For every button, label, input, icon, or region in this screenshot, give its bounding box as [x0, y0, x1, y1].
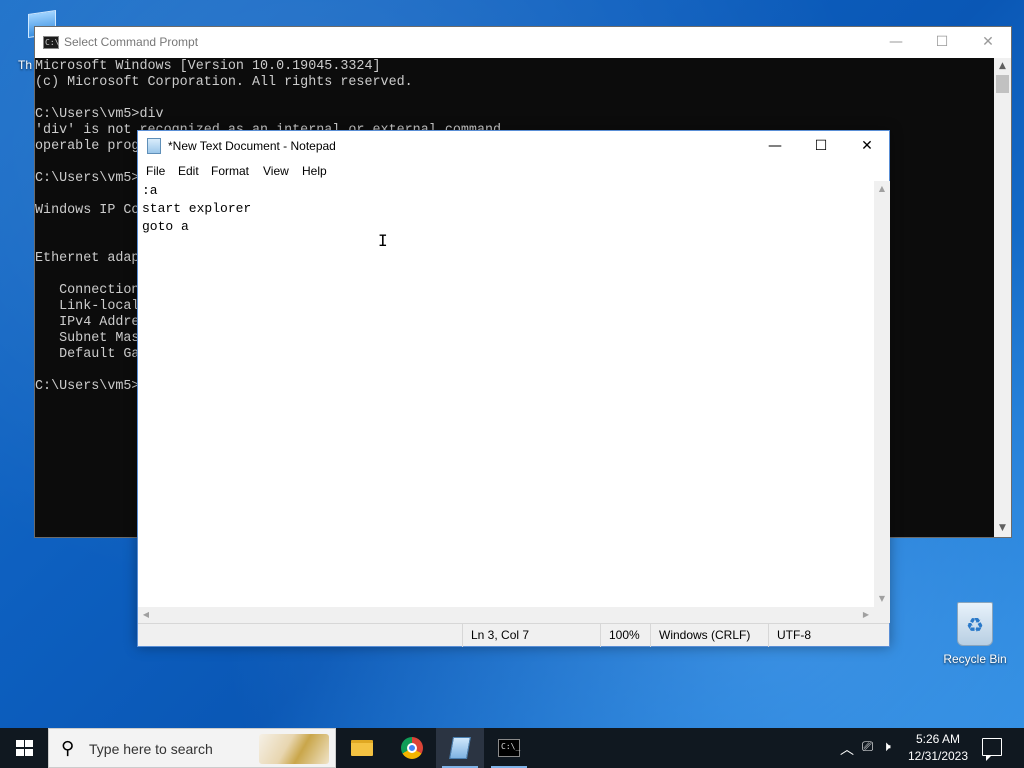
notepad-app-icon — [147, 138, 161, 154]
menu-view[interactable]: View — [263, 164, 289, 178]
scroll-up-arrow-icon[interactable]: ▲ — [994, 58, 1011, 75]
taskbar-clock[interactable]: 5:26 AM 12/31/2023 — [900, 731, 976, 765]
cmd-maximize-button[interactable]: ☐ — [919, 27, 965, 58]
menu-edit[interactable]: Edit — [178, 164, 199, 178]
notepad-icon — [449, 737, 471, 759]
taskbar-search-box[interactable]: ⚲ Type here to search — [48, 728, 336, 768]
notepad-window[interactable]: *New Text Document - Notepad — ☐ ✕ File … — [137, 130, 890, 647]
taskbar-command-prompt[interactable]: C:\_ — [485, 728, 533, 768]
clock-date: 12/31/2023 — [907, 749, 969, 763]
notepad-window-title: *New Text Document - Notepad — [168, 139, 336, 153]
taskbar-chrome[interactable] — [388, 728, 436, 768]
notepad-vertical-scrollbar[interactable]: ▲ ▼ — [874, 181, 890, 607]
menu-format[interactable]: Format — [211, 164, 249, 178]
status-encoding: UTF-8 — [768, 624, 876, 647]
menu-help[interactable]: Help — [302, 164, 327, 178]
taskbar: ⚲ Type here to search C:\_ ︿ ⎚ 🕨 5:26 AM… — [0, 728, 1024, 768]
notepad-text-content[interactable]: :a start explorer goto a — [142, 182, 872, 738]
taskbar-notepad[interactable] — [436, 728, 484, 768]
system-tray: ︿ ⎚ 🕨 — [836, 728, 900, 768]
cmd-app-icon: C:\ — [43, 36, 60, 49]
notepad-status-bar: Ln 3, Col 7 100% Windows (CRLF) UTF-8 — [138, 623, 889, 647]
status-line-ending: Windows (CRLF) — [650, 624, 768, 647]
scroll-down-arrow-icon[interactable]: ▼ — [874, 591, 890, 607]
status-zoom-level: 100% — [600, 624, 650, 647]
chevron-up-icon[interactable]: ︿ — [840, 739, 854, 759]
recycle-bin-label: Recycle Bin — [943, 652, 1007, 666]
network-icon[interactable]: ⎚ — [862, 739, 873, 755]
scrollbar-corner — [874, 607, 890, 623]
notepad-minimize-button[interactable]: — — [752, 131, 798, 161]
scroll-thumb[interactable] — [996, 75, 1009, 93]
status-cursor-position: Ln 3, Col 7 — [462, 624, 600, 647]
notepad-maximize-button[interactable]: ☐ — [798, 131, 844, 161]
search-placeholder: Type here to search — [89, 741, 213, 757]
cmd-minimize-button[interactable]: — — [873, 27, 919, 58]
volume-muted-icon[interactable]: 🕨 — [882, 739, 891, 755]
console-line: C:\Users\vm5>div — [35, 107, 164, 122]
search-highlight-image — [259, 734, 329, 764]
console-line: Microsoft Windows [Version 10.0.19045.33… — [35, 59, 381, 74]
chrome-icon — [401, 737, 423, 759]
folder-icon — [351, 740, 373, 756]
cmd-vertical-scrollbar[interactable]: ▲ ▼ — [994, 58, 1011, 537]
windows-logo-icon — [16, 740, 33, 756]
cmd-close-button[interactable]: ✕ — [965, 27, 1011, 58]
notepad-menubar: File Edit Format View Help — [138, 161, 889, 181]
search-icon: ⚲ — [61, 738, 75, 759]
desktop-icon-recycle-bin[interactable]: Recycle Bin — [940, 600, 1010, 672]
command-prompt-icon: C:\_ — [498, 739, 520, 757]
scroll-right-arrow-icon[interactable]: ▶ — [858, 607, 874, 623]
text-cursor-ibeam-icon: I — [378, 231, 388, 250]
cmd-window-title: Select Command Prompt — [64, 35, 199, 49]
notification-center-icon[interactable] — [982, 738, 1002, 761]
scroll-up-arrow-icon[interactable]: ▲ — [874, 181, 890, 197]
clock-time: 5:26 AM — [915, 732, 961, 746]
menu-file[interactable]: File — [146, 164, 165, 178]
scroll-down-arrow-icon[interactable]: ▼ — [994, 520, 1011, 537]
cmd-titlebar[interactable]: C:\ Select Command Prompt — ☐ ✕ — [35, 27, 1011, 58]
console-line: (c) Microsoft Corporation. All rights re… — [35, 75, 413, 90]
desktop-icon-label: Th — [18, 58, 33, 72]
notepad-titlebar[interactable]: *New Text Document - Notepad — ☐ ✕ — [138, 131, 889, 161]
scroll-left-arrow-icon[interactable]: ◀ — [138, 607, 154, 623]
taskbar-file-explorer[interactable] — [338, 728, 386, 768]
start-button[interactable] — [0, 728, 48, 768]
notepad-horizontal-scrollbar[interactable]: ◀ ▶ — [138, 607, 874, 623]
recycle-bin-icon — [957, 602, 993, 646]
notepad-close-button[interactable]: ✕ — [844, 131, 890, 161]
